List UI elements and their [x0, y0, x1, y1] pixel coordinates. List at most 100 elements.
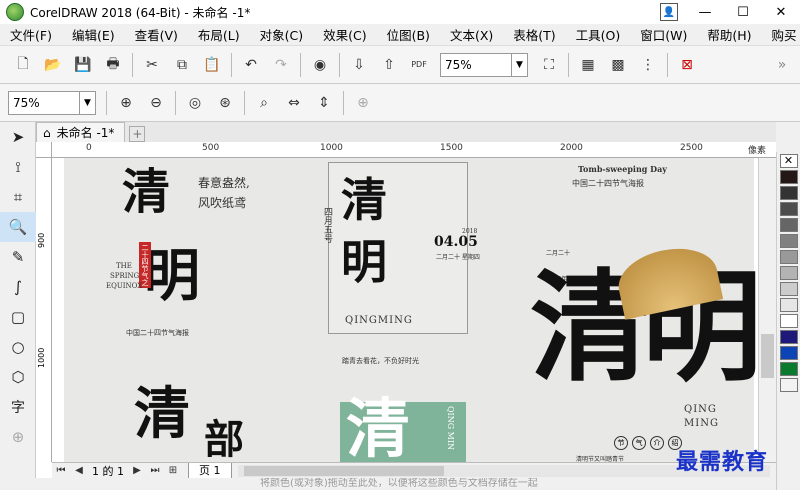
- show-guidelines-icon[interactable]: ⋮: [636, 53, 660, 77]
- shape-tool-icon[interactable]: ⟟: [0, 152, 36, 182]
- toolbox: ➤ ⟟ ⌗ 🔍 ✎ ∫ ▢ ○ ⬡ 字 ⊕: [0, 122, 36, 478]
- horizontal-ruler[interactable]: 0 500 1000 1500 2000 2500 像素: [52, 142, 776, 158]
- minimize-button[interactable]: —: [686, 5, 724, 20]
- menu-tools[interactable]: 工具(O): [566, 25, 631, 44]
- poster-3[interactable]: Tomb-sweeping Day 中国二十四节气海报 二月二十 2018年04…: [516, 158, 758, 462]
- menu-table[interactable]: 表格(T): [503, 25, 565, 44]
- color-swatch[interactable]: [779, 298, 798, 312]
- zoom-to-page-height-icon[interactable]: ⇕: [312, 91, 336, 115]
- rectangle-tool-icon[interactable]: ▢: [0, 302, 36, 332]
- color-swatch[interactable]: [779, 218, 798, 232]
- chevron-down-icon[interactable]: ▼: [511, 53, 527, 76]
- color-swatch[interactable]: [779, 202, 798, 216]
- menu-file[interactable]: 文件(F): [0, 25, 62, 44]
- docker-pin[interactable]: [776, 122, 800, 152]
- crop-tool-icon[interactable]: ⌗: [0, 182, 36, 212]
- menu-edit[interactable]: 编辑(E): [62, 25, 125, 44]
- poster-5[interactable]: 清 部: [104, 378, 264, 462]
- import-icon[interactable]: ⇩: [347, 53, 371, 77]
- ellipse-tool-icon[interactable]: ○: [0, 332, 36, 362]
- show-rulers-icon[interactable]: ▦: [576, 53, 600, 77]
- color-swatch[interactable]: [779, 186, 798, 200]
- zoom-level-select[interactable]: 75% ▼: [440, 52, 528, 77]
- menu-object[interactable]: 对象(C): [250, 25, 313, 44]
- poster-2-char-ming: 明: [341, 235, 387, 289]
- zoom-out-icon[interactable]: ⊖: [144, 91, 168, 115]
- freehand-tool-icon[interactable]: ✎: [0, 242, 36, 272]
- color-swatch[interactable]: [779, 346, 798, 360]
- zoom-to-selected-icon[interactable]: ◎: [183, 91, 207, 115]
- color-swatch[interactable]: [779, 362, 798, 376]
- add-property-icon[interactable]: ⊕: [351, 91, 375, 115]
- polygon-tool-icon[interactable]: ⬡: [0, 362, 36, 392]
- horizontal-scroll-thumb[interactable]: [243, 465, 444, 476]
- snap-off-icon[interactable]: ⊠: [675, 53, 699, 77]
- print-icon[interactable]: 🖶: [101, 53, 125, 77]
- export-icon[interactable]: ⇧: [377, 53, 401, 77]
- color-swatch[interactable]: [779, 266, 798, 280]
- standard-toolbar: 🗋 📂 💾 🖶 ✂ ⧉ 📋 ↶ ↷ ◉ ⇩ ⇧ PDF 75% ▼ ⛶ ▦ ▩ …: [0, 46, 800, 84]
- color-swatch[interactable]: [779, 250, 798, 264]
- toolbar-overflow-icon[interactable]: »: [770, 53, 794, 77]
- redo-icon[interactable]: ↷: [269, 53, 293, 77]
- color-swatch[interactable]: [779, 282, 798, 296]
- page-tab[interactable]: 页 1: [188, 462, 232, 479]
- close-button[interactable]: ✕: [762, 5, 800, 20]
- zoom-to-page-icon[interactable]: ⌕: [252, 91, 276, 115]
- color-swatch[interactable]: [779, 170, 798, 184]
- text-tool-icon[interactable]: 字: [0, 392, 36, 422]
- menu-effects[interactable]: 效果(C): [313, 25, 376, 44]
- account-icon[interactable]: 👤: [660, 3, 678, 21]
- new-tab-button[interactable]: +: [129, 126, 146, 142]
- no-color-swatch[interactable]: ✕: [779, 154, 798, 168]
- drawing-page[interactable]: 清 明 春意盎然, 风吹纸鸢 二十四节气之 THE SPRING EQUINOX…: [64, 158, 758, 462]
- color-swatch[interactable]: [779, 314, 798, 328]
- corel-connect-icon[interactable]: ◉: [308, 53, 332, 77]
- document-tab[interactable]: ⌂ 未命名 -1*: [36, 122, 126, 142]
- menu-view[interactable]: 查看(V): [125, 25, 188, 44]
- poster-3-tag: 气: [632, 436, 646, 450]
- ruler-label: 500: [202, 143, 220, 153]
- ruler-origin[interactable]: [36, 142, 52, 158]
- color-swatch[interactable]: [779, 234, 798, 248]
- color-swatch[interactable]: [779, 378, 798, 392]
- artistic-media-tool-icon[interactable]: ∫: [0, 272, 36, 302]
- paste-icon[interactable]: 📋: [200, 53, 224, 77]
- title-bar: CorelDRAW 2018 (64-Bit) - 未命名 -1* 👤 — ☐ …: [0, 0, 800, 24]
- zoom-tool-icon[interactable]: 🔍: [0, 212, 36, 242]
- vertical-ruler[interactable]: 900 1000: [36, 158, 52, 462]
- menu-buy[interactable]: 购买: [762, 25, 800, 44]
- menu-bitmaps[interactable]: 位图(B): [377, 25, 440, 44]
- full-screen-icon[interactable]: ⛶: [537, 53, 561, 77]
- poster-4[interactable]: 清 QING MIN: [340, 398, 466, 462]
- publish-pdf-icon[interactable]: PDF: [407, 53, 431, 77]
- poster-2-english: QINGMING: [345, 315, 413, 326]
- pick-tool-icon[interactable]: ➤: [0, 122, 36, 152]
- vertical-scrollbar[interactable]: [758, 158, 776, 462]
- zoom-to-all-objects-icon[interactable]: ⊛: [213, 91, 237, 115]
- zoom-in-icon[interactable]: ⊕: [114, 91, 138, 115]
- home-icon[interactable]: ⌂: [43, 126, 51, 140]
- cut-icon[interactable]: ✂: [140, 53, 164, 77]
- menu-layout[interactable]: 布局(L): [188, 25, 250, 44]
- menu-help[interactable]: 帮助(H): [697, 25, 761, 44]
- property-zoom-select[interactable]: 75% ▼: [8, 90, 96, 115]
- menu-text[interactable]: 文本(X): [440, 25, 503, 44]
- show-grid-icon[interactable]: ▩: [606, 53, 630, 77]
- copy-icon[interactable]: ⧉: [170, 53, 194, 77]
- drawing-canvas[interactable]: 清 明 春意盎然, 风吹纸鸢 二十四节气之 THE SPRING EQUINOX…: [52, 158, 758, 462]
- maximize-button[interactable]: ☐: [724, 5, 762, 20]
- add-tool-icon[interactable]: ⊕: [0, 422, 36, 452]
- chevron-down-icon[interactable]: ▼: [79, 91, 95, 114]
- color-swatch[interactable]: [779, 330, 798, 344]
- ruler-label: 1000: [37, 347, 46, 368]
- open-folder-icon[interactable]: 📂: [41, 53, 65, 77]
- menu-window[interactable]: 窗口(W): [630, 25, 697, 44]
- new-document-icon[interactable]: 🗋: [11, 53, 35, 77]
- vertical-scroll-thumb[interactable]: [761, 334, 774, 378]
- poster-1[interactable]: 清 明 春意盎然, 风吹纸鸢 二十四节气之 THE SPRING EQUINOX…: [64, 158, 264, 348]
- undo-icon[interactable]: ↶: [239, 53, 263, 77]
- save-icon[interactable]: 💾: [71, 53, 95, 77]
- zoom-to-page-width-icon[interactable]: ⇔: [282, 91, 306, 115]
- poster-4-char-qing: 清: [346, 392, 410, 462]
